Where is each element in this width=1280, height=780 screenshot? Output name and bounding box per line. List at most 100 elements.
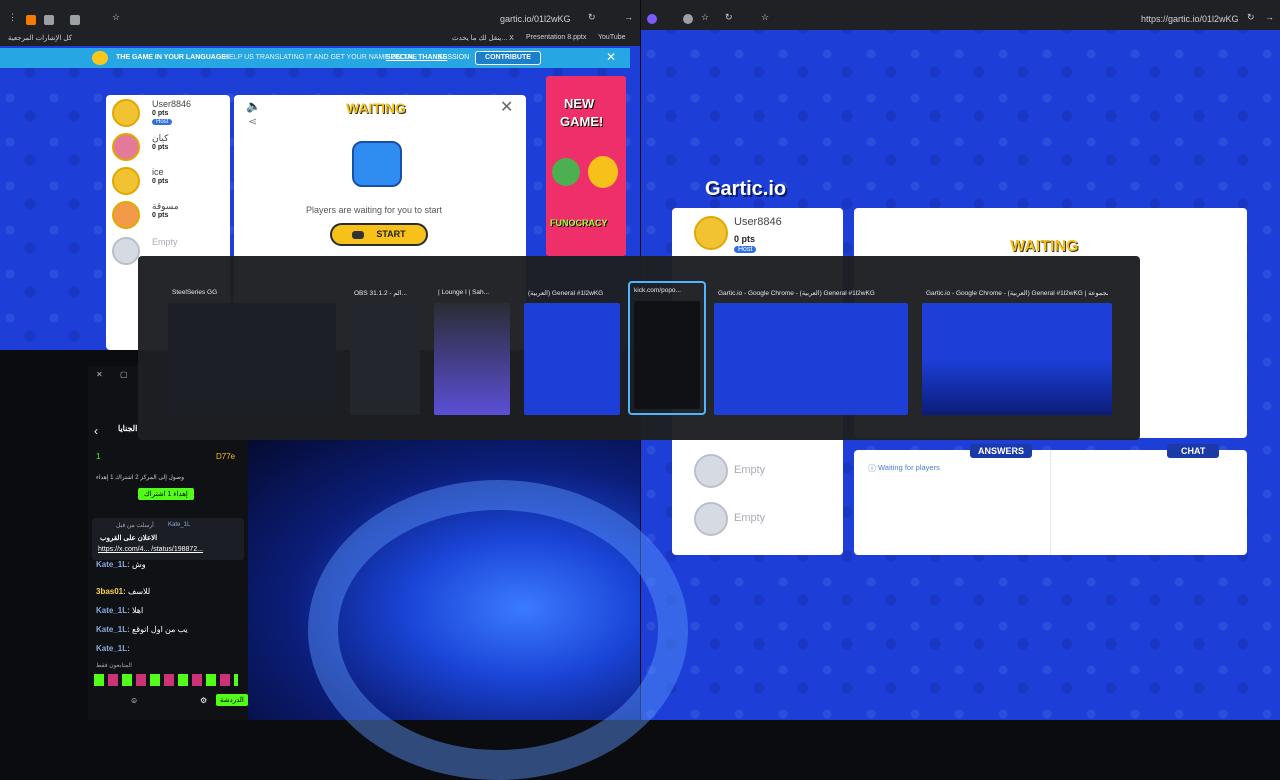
sound-icon[interactable]: 🔈 bbox=[246, 99, 261, 113]
player-item: كيان 0 pts bbox=[112, 131, 222, 165]
bookmark-item[interactable]: ينقل لك ما يحدث... X bbox=[452, 34, 514, 42]
window-max-icon[interactable]: ▢ bbox=[120, 370, 128, 379]
reload-icon[interactable]: ↻ bbox=[588, 12, 596, 23]
player-item: مسوقة 0 pts bbox=[112, 199, 222, 233]
reload-icon[interactable]: ↻ bbox=[1247, 12, 1255, 23]
switcher-item[interactable]: SteelSeries GG bbox=[168, 285, 336, 415]
window-preview bbox=[922, 303, 1112, 415]
bookmark-item[interactable]: Presentation 8.pptx bbox=[526, 34, 586, 41]
chat-header: الجنايا bbox=[118, 424, 138, 433]
switcher-item-selected[interactable]: kick.com/popo... bbox=[628, 281, 706, 415]
avatar bbox=[694, 454, 728, 488]
waiting-title: WAITING bbox=[1010, 238, 1079, 255]
task-switcher: SteelSeries GG OBS 31.1.2 - الم... | Lou… bbox=[138, 256, 1140, 440]
profile-icon[interactable] bbox=[683, 14, 693, 24]
wallpaper-swirl bbox=[308, 480, 688, 780]
left-url[interactable]: gartic.io/01l2wKG bbox=[500, 14, 571, 24]
chat-message: Kate_1L: اهلا bbox=[96, 606, 144, 615]
window-preview bbox=[434, 303, 510, 415]
player-item: User8846 0 pts Host bbox=[112, 97, 222, 131]
player-item: User8846 0 pts Host bbox=[694, 214, 804, 253]
window-preview bbox=[350, 303, 420, 415]
sidebar-icon[interactable] bbox=[44, 15, 54, 25]
send-chat-button[interactable]: الدردشة bbox=[216, 694, 248, 706]
mascot-icon bbox=[352, 141, 402, 187]
settings-icon[interactable]: ⚙ bbox=[200, 696, 207, 705]
chat-message: Kate_1L: وش bbox=[96, 560, 146, 569]
chat-tab[interactable]: CHAT bbox=[1167, 444, 1220, 458]
avatar bbox=[694, 502, 728, 536]
back-icon[interactable]: → bbox=[624, 12, 633, 22]
ad-banner[interactable]: NEW GAME! FUNOCRACY bbox=[546, 76, 626, 256]
chat-message: Kate_1L: bbox=[96, 644, 130, 653]
copilot-icon[interactable] bbox=[647, 14, 657, 24]
host-badge: Host bbox=[734, 246, 757, 253]
language-banner: THE GAME IN YOUR LANGUAGE! HELP US TRANS… bbox=[0, 48, 630, 68]
switcher-item[interactable]: OBS 31.1.2 - الم... bbox=[350, 285, 420, 415]
answers-tab[interactable]: ANSWERS bbox=[970, 444, 1033, 458]
bookmark-item[interactable]: كل الإشارات المرجعية bbox=[8, 34, 72, 42]
bookmarks-bar: كل الإشارات المرجعية ينقل لك ما يحدث... … bbox=[0, 30, 640, 46]
chat-message: Kate_1L: يب من اول اتوقع bbox=[96, 625, 188, 634]
switcher-item[interactable]: Gartic.io - Google Chrome - (العربية) Ge… bbox=[922, 285, 1112, 415]
followers-only-label: المتابعون فقط bbox=[96, 663, 132, 669]
ad-character-icon bbox=[588, 156, 618, 188]
close-icon[interactable]: ✕ bbox=[500, 97, 513, 117]
waiting-text: Players are waiting for you to start bbox=[306, 205, 443, 215]
switcher-item[interactable]: Gartic.io - Google Chrome - (العربية) Ge… bbox=[714, 285, 908, 415]
answers-chat-panel: ANSWERS CHAT ⓘ Waiting for players bbox=[854, 444, 1247, 555]
banner-tail: SESSION bbox=[438, 54, 470, 61]
avatar bbox=[112, 201, 140, 229]
forward-icon[interactable]: → bbox=[1265, 12, 1274, 22]
desktop-wallpaper bbox=[248, 440, 688, 780]
extension-icon[interactable] bbox=[26, 15, 36, 25]
back-arrow-icon[interactable]: ‹ bbox=[94, 424, 98, 438]
window-close-icon[interactable]: ✕ bbox=[96, 370, 103, 379]
switcher-item[interactable]: (العربية) General #1l2wKG bbox=[524, 285, 620, 415]
waiting-title: WAITING bbox=[346, 100, 406, 116]
refresh-icon[interactable]: ↻ bbox=[725, 12, 733, 23]
host-badge: Host bbox=[152, 119, 173, 125]
star-icon[interactable]: ☆ bbox=[761, 12, 769, 23]
menu-icon[interactable]: ⋮ bbox=[8, 12, 17, 23]
banner-title: THE GAME IN YOUR LANGUAGE! bbox=[116, 54, 229, 61]
start-button[interactable]: START bbox=[330, 223, 428, 246]
chat-message: 3bas01: للاسف bbox=[96, 587, 151, 596]
gartic-logo: Gartic.io bbox=[705, 178, 787, 200]
pinned-message[interactable]: Kate_1L أرسلت من قبل الاعلان على القروب … bbox=[92, 518, 244, 560]
player-item: ice 0 pts bbox=[112, 165, 222, 199]
leaderboard-text: وصول إلى المركز 2 اشتراك 1 إهداء bbox=[96, 475, 184, 481]
gamepad-icon bbox=[352, 230, 365, 239]
globe-icon bbox=[92, 51, 108, 65]
emoji-icon[interactable]: ☺ bbox=[130, 696, 138, 705]
player-item: Empty bbox=[694, 500, 804, 536]
gift-button[interactable]: إهداء 1 اشتراك bbox=[138, 488, 194, 500]
right-tab-toolbar: ☆ ↻ ☆ https://gartic.io/01l2wKG ↻ → bbox=[641, 0, 1280, 30]
right-url[interactable]: https://gartic.io/01l2wKG bbox=[1141, 14, 1239, 24]
share-icon[interactable]: ⋖ bbox=[248, 115, 257, 128]
avatar bbox=[694, 216, 728, 250]
left-tab-toolbar: ⋮ ☆ gartic.io/01l2wKG ↻ → bbox=[0, 0, 640, 30]
puzzle-icon[interactable] bbox=[70, 15, 80, 25]
avatar bbox=[112, 99, 140, 127]
panel-divider bbox=[1050, 450, 1051, 555]
avatar bbox=[112, 237, 140, 265]
user-name: D77e bbox=[216, 452, 236, 461]
emote-row bbox=[94, 674, 238, 686]
viewer-count: 1 bbox=[96, 452, 101, 461]
window-preview bbox=[714, 303, 908, 415]
waiting-players-text: Waiting for players bbox=[878, 463, 940, 472]
avatar bbox=[112, 133, 140, 161]
favorites-icon[interactable]: ☆ bbox=[701, 12, 709, 23]
star-icon[interactable]: ☆ bbox=[112, 12, 120, 23]
window-preview bbox=[168, 303, 336, 415]
avatar bbox=[112, 167, 140, 195]
close-banner-icon[interactable]: ✕ bbox=[606, 50, 616, 64]
player-item: Empty bbox=[694, 452, 804, 488]
window-preview bbox=[634, 301, 700, 409]
ad-character-icon bbox=[552, 158, 580, 186]
contribute-button[interactable]: CONTRIBUTE bbox=[475, 51, 541, 65]
info-icon: ⓘ bbox=[868, 464, 876, 473]
bookmark-item[interactable]: YouTube bbox=[598, 34, 626, 41]
switcher-item[interactable]: | Lounge I | Sah... bbox=[434, 285, 510, 415]
